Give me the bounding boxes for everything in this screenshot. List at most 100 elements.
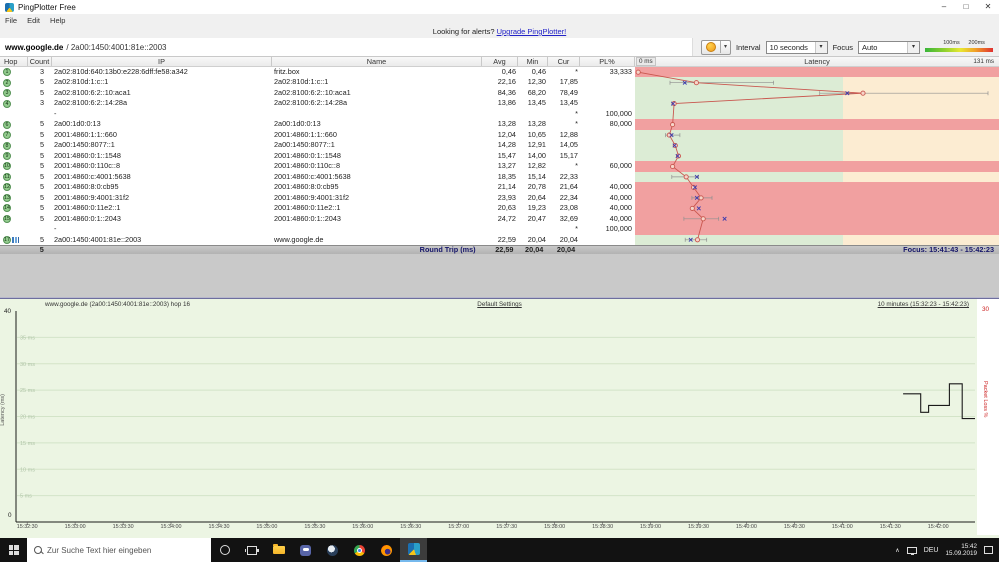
time-tick-label: 15:35:00 bbox=[256, 524, 278, 530]
ip-cell: 2a02:810d:1:c::1 bbox=[54, 77, 109, 87]
ip-cell: 2a02:8100:6:2::14:28a bbox=[54, 98, 128, 108]
min-cell: 19,23 bbox=[527, 203, 546, 213]
scale-gradient bbox=[925, 47, 993, 52]
hop-badge: 8 bbox=[3, 141, 11, 150]
avg-cell: 23,93 bbox=[497, 192, 516, 202]
time-tick-label: 15:38:30 bbox=[592, 524, 614, 530]
pl-cell: 40,000 bbox=[609, 182, 632, 192]
scale-label-100ms: 100ms bbox=[943, 39, 960, 46]
taskbar-search[interactable]: Zur Suche Text hier eingeben bbox=[27, 538, 211, 562]
column-header-avg[interactable]: Avg bbox=[482, 57, 518, 66]
menu-edit[interactable]: Edit bbox=[22, 16, 45, 25]
min-cell: 14,00 bbox=[527, 150, 546, 160]
pl-cell bbox=[580, 98, 635, 108]
discord-button[interactable] bbox=[292, 538, 319, 562]
firefox-button[interactable] bbox=[373, 538, 400, 562]
hop-cell: 2 bbox=[0, 77, 28, 87]
upgrade-link[interactable]: Upgrade PingPlotter! bbox=[497, 27, 567, 36]
target-separator: / bbox=[66, 42, 69, 52]
column-header-min[interactable]: Min bbox=[518, 57, 548, 66]
alert-text: Looking for alerts? bbox=[432, 27, 495, 36]
chevron-down-icon: ▾ bbox=[814, 41, 827, 53]
chrome-button[interactable] bbox=[346, 538, 373, 562]
pl-cell bbox=[580, 235, 635, 245]
round-trip-label: Round Trip (ms) bbox=[419, 246, 476, 254]
alert-status-button[interactable]: ▾ bbox=[700, 39, 731, 55]
min-cell: 12,30 bbox=[527, 77, 546, 87]
folder-icon bbox=[272, 544, 285, 554]
action-center-icon[interactable] bbox=[984, 546, 993, 554]
hop-badge: 15 bbox=[3, 214, 11, 223]
clock[interactable]: 15:42 15.09.2019 bbox=[945, 543, 977, 557]
hop-latency-plot bbox=[635, 69, 989, 243]
tray-chevron-icon[interactable]: ∧ bbox=[895, 547, 899, 554]
time-tick-label: 15:36:00 bbox=[352, 524, 374, 530]
hop-cell: 12 bbox=[0, 182, 28, 192]
steam-button[interactable] bbox=[319, 538, 346, 562]
file-explorer-button[interactable] bbox=[265, 538, 292, 562]
avg-cell: 12,04 bbox=[497, 129, 516, 139]
chevron-down-icon[interactable]: ▾ bbox=[719, 41, 730, 53]
display-icon[interactable] bbox=[906, 546, 917, 555]
start-button[interactable] bbox=[0, 538, 27, 562]
menu-help[interactable]: Help bbox=[45, 16, 70, 25]
column-header-pl[interactable]: PL% bbox=[580, 57, 635, 66]
target-address: 2a00:1450:4001:81e::2003 bbox=[70, 42, 167, 52]
column-header-latency[interactable]: 0 ms Latency 131 ms bbox=[635, 57, 999, 66]
avg-cell: 24,72 bbox=[497, 213, 516, 223]
focus-select[interactable]: Auto ▾ bbox=[858, 40, 920, 54]
cortana-button[interactable] bbox=[211, 538, 238, 562]
pingplotter-taskbar-button[interactable] bbox=[400, 538, 427, 562]
avg-cell bbox=[482, 109, 518, 119]
min-cell: 20,78 bbox=[527, 182, 546, 192]
packet-loss-axis: 30 Packet Loss % bbox=[977, 299, 999, 535]
chrome-icon bbox=[354, 544, 365, 556]
name-cell: fritz.box bbox=[274, 67, 300, 76]
name-cell bbox=[272, 109, 482, 119]
timeline-settings-link[interactable]: Default Settings bbox=[0, 301, 999, 308]
ip-cell: 2001:4860:8:0:cb95 bbox=[54, 182, 119, 192]
avg-cell: 20,63 bbox=[497, 203, 516, 213]
alert-status-icon bbox=[705, 42, 716, 52]
task-view-button[interactable] bbox=[238, 538, 265, 562]
cortana-icon bbox=[219, 545, 230, 555]
latency-max-label: 131 ms bbox=[973, 58, 994, 65]
menu-file[interactable]: File bbox=[0, 16, 22, 25]
pl-cell: 33,333 bbox=[609, 67, 632, 76]
tray-time: 15:42 bbox=[961, 543, 977, 550]
count-cell: 5 bbox=[39, 129, 44, 139]
cur-cell: 78,49 bbox=[559, 87, 578, 97]
timeline-range-link[interactable]: 10 minutes (15:32:23 - 15:42:23) bbox=[878, 301, 969, 308]
minimize-icon[interactable]: – bbox=[933, 0, 955, 14]
keyboard-language[interactable]: DEU bbox=[924, 547, 939, 554]
cur-cell: * bbox=[575, 67, 578, 76]
tray-date: 15.09.2019 bbox=[945, 550, 977, 557]
count-cell: 3 bbox=[39, 67, 44, 76]
cur-cell: 23,08 bbox=[559, 203, 578, 213]
close-icon[interactable]: ✕ bbox=[977, 0, 999, 14]
column-header-ip[interactable]: IP bbox=[52, 57, 272, 66]
column-header-hop[interactable]: Hop bbox=[0, 57, 28, 66]
target-band: www.google.de / 2a00:1450:4001:81e::2003… bbox=[0, 38, 999, 57]
column-header-name[interactable]: Name bbox=[272, 57, 482, 66]
target-summary[interactable]: www.google.de / 2a00:1450:4001:81e::2003 bbox=[0, 38, 693, 56]
name-cell bbox=[272, 224, 482, 234]
svg-text:30 ms: 30 ms bbox=[20, 362, 35, 368]
windows-logo-icon bbox=[8, 545, 19, 555]
column-header-cur[interactable]: Cur bbox=[548, 57, 580, 66]
maximize-icon[interactable]: □ bbox=[955, 0, 977, 14]
avg-cell: 13,27 bbox=[497, 161, 516, 171]
time-tick-label: 15:33:30 bbox=[112, 524, 134, 530]
interval-select[interactable]: 10 seconds ▾ bbox=[765, 40, 828, 54]
pingplotter-window: PingPlotter Free – □ ✕ File Edit Help Look… bbox=[0, 0, 999, 562]
min-cell: 13,28 bbox=[527, 119, 546, 129]
hop-cell: 11 bbox=[0, 172, 28, 182]
pl-cell bbox=[580, 151, 635, 161]
hop-badge: 11 bbox=[3, 172, 11, 181]
cur-cell: 20,04 bbox=[559, 234, 578, 244]
name-cell: 2001:4860:0:11e2::1 bbox=[274, 203, 341, 213]
timeline-plot[interactable]: 35 ms 30 ms 25 ms 20 ms 15 ms 10 ms 5 ms bbox=[0, 311, 999, 527]
column-header-count[interactable]: Count bbox=[28, 57, 52, 66]
min-cell: 68,20 bbox=[527, 87, 546, 97]
name-cell: 2001:4860:0:1::2043 bbox=[274, 213, 341, 223]
